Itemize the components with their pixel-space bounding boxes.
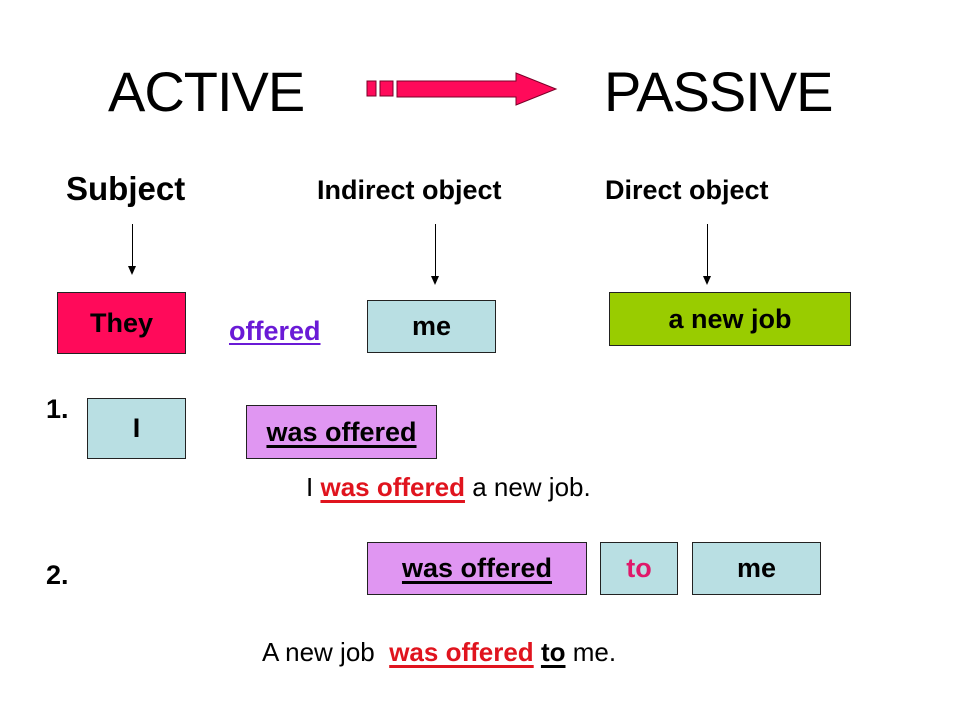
arrow-dash-2 (379, 80, 394, 97)
down-arrow-icon (128, 224, 136, 275)
direct-object-box: a new job (609, 292, 851, 346)
indirect-object-text: me (411, 311, 452, 341)
down-arrow-icon (703, 224, 711, 285)
example-sentence-2: A new job was offered to me. (262, 639, 616, 665)
object-box: me (692, 542, 821, 595)
arrow-body (396, 72, 558, 106)
passive-verb-box-2: was offered (367, 542, 587, 595)
sentence-verb-highlight: was offered (320, 472, 465, 502)
passive-verb-text: was offered (401, 553, 553, 583)
subject-text: They (89, 307, 154, 338)
passive-subject-text: I (132, 413, 141, 443)
sentence-rest: a new job. (472, 472, 591, 502)
indirect-object-box: me (367, 300, 496, 353)
preposition-box: to (600, 542, 678, 595)
right-arrow-icon (366, 72, 558, 106)
header-direct-object: Direct object (605, 175, 769, 205)
sentence-subject: I (306, 472, 314, 502)
sentence-verb-highlight: was offered (389, 637, 534, 667)
passive-verb-text: was offered (266, 416, 417, 447)
header-indirect-object: Indirect object (317, 175, 502, 205)
passive-subject-box: I (87, 398, 186, 459)
variant-1-number: 1. (46, 394, 69, 424)
example-sentence-1: I was offered a new job. (306, 474, 591, 500)
variant-2-number: 2. (46, 560, 69, 590)
title-passive: PASSIVE (604, 60, 834, 123)
sentence-subject: A new job (262, 637, 375, 667)
arrow-dash-1 (366, 80, 377, 97)
sentence-preposition: to (540, 637, 566, 667)
header-subject: Subject (66, 170, 186, 207)
down-arrow-icon (431, 224, 439, 285)
title-active: ACTIVE (108, 60, 305, 123)
verb-link[interactable]: offered (229, 316, 321, 347)
sentence-rest: me. (572, 637, 617, 667)
direct-object-text: a new job (668, 303, 792, 334)
subject-box: They (57, 292, 186, 354)
object-text: me (736, 553, 777, 583)
passive-verb-box-1: was offered (246, 405, 437, 459)
preposition-text: to (626, 553, 652, 583)
